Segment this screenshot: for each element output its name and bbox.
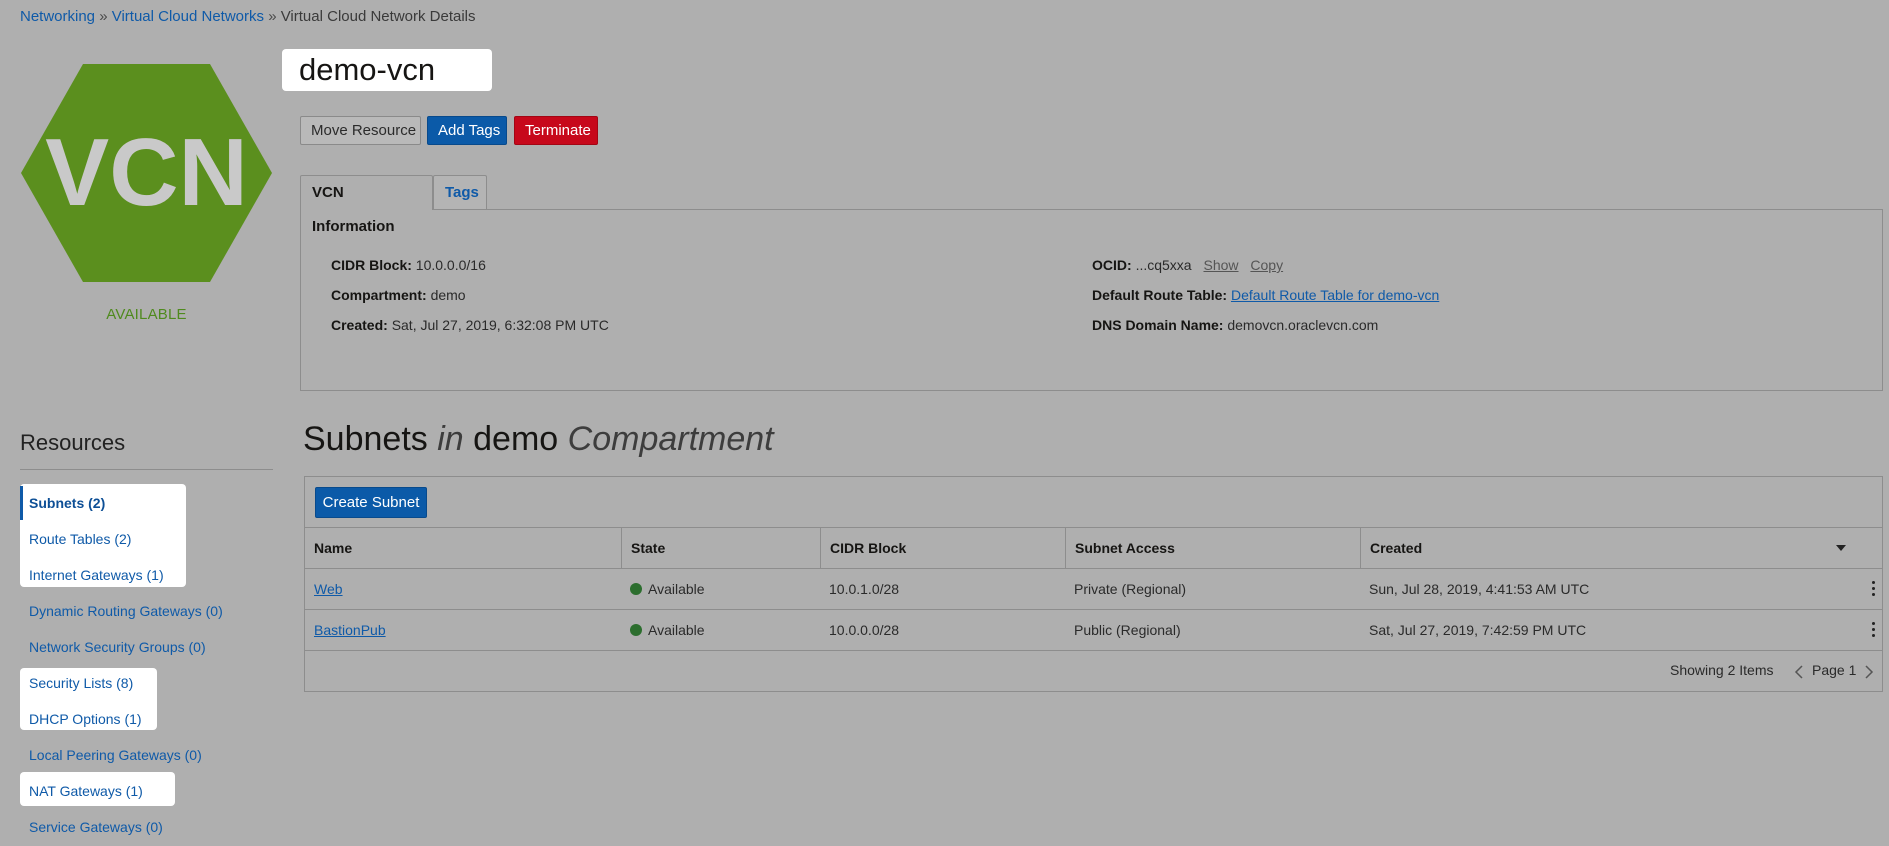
subnet-state: Available — [648, 622, 705, 638]
ocid-show-link[interactable]: Show — [1203, 257, 1238, 273]
breadcrumb-separator: » — [99, 8, 108, 25]
column-header-subnet-access[interactable]: Subnet Access — [1065, 528, 1360, 568]
status-dot-icon — [630, 583, 642, 595]
sidebar-item-network-security-groups[interactable]: Network Security Groups (0) — [29, 639, 206, 655]
subnet-access-cell: Public (Regional) — [1074, 622, 1181, 638]
subnet-cidr-cell: 10.0.0.0/28 — [829, 622, 900, 638]
subnets-heading-compartment: Compartment — [567, 420, 774, 458]
vcn-information-panel: CIDR Block: 10.0.0.0/16 Compartment: dem… — [300, 209, 1883, 391]
sidebar-item-nat-gateways[interactable]: NAT Gateways (1) — [29, 783, 143, 799]
breadcrumb-separator: » — [268, 8, 277, 25]
ocid-label: OCID: — [1092, 257, 1132, 273]
created-label: Created: — [331, 317, 388, 333]
dns-domain-label: DNS Domain Name: — [1092, 317, 1224, 333]
created-row: Created: Sat, Jul 27, 2019, 6:32:08 PM U… — [331, 317, 609, 333]
tab-vcn-information[interactable]: VCN Information — [300, 175, 433, 235]
subnet-name-link[interactable]: Web — [314, 581, 343, 597]
column-header-name[interactable]: Name — [305, 528, 621, 568]
ocid-copy-link[interactable]: Copy — [1250, 257, 1283, 273]
vcn-hexagon-icon: VCN — [20, 63, 273, 283]
row-actions-kebab-icon[interactable] — [1872, 622, 1876, 638]
column-header-created[interactable]: Created — [1360, 528, 1882, 568]
subnet-name-link[interactable]: BastionPub — [314, 622, 386, 638]
breadcrumb-networking[interactable]: Networking — [20, 8, 95, 25]
compartment-row: Compartment: demo — [331, 287, 466, 303]
default-route-table-link[interactable]: Default Route Table for demo-vcn — [1231, 287, 1439, 303]
breadcrumb-current: Virtual Cloud Network Details — [280, 8, 476, 25]
dns-domain-row: DNS Domain Name: demovcn.oraclevcn.com — [1092, 317, 1378, 333]
add-tags-button[interactable]: Add Tags — [427, 116, 507, 145]
cidr-block-label: CIDR Block: — [331, 257, 412, 273]
subnet-access-cell: Private (Regional) — [1074, 581, 1187, 597]
status-badge: AVAILABLE — [106, 306, 187, 323]
page-indicator: Page 1 — [1812, 662, 1857, 678]
table-header-row: Name State CIDR Block Subnet Access Crea… — [305, 527, 1882, 568]
sidebar-item-internet-gateways[interactable]: Internet Gateways (1) — [29, 567, 164, 583]
subnet-created-cell: Sat, Jul 27, 2019, 7:42:59 PM UTC — [1369, 622, 1587, 638]
sidebar-item-local-peering-gateways[interactable]: Local Peering Gateways (0) — [29, 747, 202, 763]
subnets-heading-compartment-name: demo — [473, 420, 559, 458]
table-row: BastionPub Available 10.0.0.0/28 Public … — [305, 609, 1882, 650]
create-subnet-button[interactable]: Create Subnet — [315, 487, 427, 518]
subnet-name-cell: BastionPub — [305, 610, 621, 650]
compartment-label: Compartment: — [331, 287, 427, 303]
cidr-block-value: 10.0.0.0/16 — [415, 257, 486, 273]
subnet-name-cell: Web — [305, 569, 621, 609]
vcn-icon-text: VCN — [45, 119, 248, 226]
sidebar-item-route-tables[interactable]: Route Tables (2) — [29, 531, 131, 547]
column-header-state[interactable]: State — [621, 528, 820, 568]
row-actions-kebab-icon[interactable] — [1872, 581, 1876, 597]
sidebar-item-subnets[interactable]: Subnets (2) — [29, 495, 105, 511]
resources-divider — [20, 469, 273, 470]
breadcrumb: Networking » Virtual Cloud Networks » Vi… — [20, 8, 476, 25]
column-header-cidr-block[interactable]: CIDR Block — [820, 528, 1065, 568]
default-route-table-row: Default Route Table: Default Route Table… — [1092, 287, 1439, 303]
subnet-state-cell: Available — [621, 610, 820, 650]
sidebar-item-security-lists[interactable]: Security Lists (8) — [29, 675, 133, 691]
subnet-state: Available — [648, 581, 705, 597]
subnets-heading: Subnets in demo Compartment — [303, 420, 774, 459]
ocid-row: OCID: ...cq5xxa Show Copy — [1092, 257, 1283, 273]
ocid-value: ...cq5xxa — [1135, 257, 1192, 273]
default-route-table-label: Default Route Table: — [1092, 287, 1228, 303]
dns-domain-value: demovcn.oraclevcn.com — [1227, 317, 1379, 333]
page-title: demo-vcn — [282, 49, 492, 91]
sidebar-item-dynamic-routing-gateways[interactable]: Dynamic Routing Gateways (0) — [29, 603, 223, 619]
subnet-state-cell: Available — [621, 569, 820, 609]
created-value: Sat, Jul 27, 2019, 6:32:08 PM UTC — [391, 317, 609, 333]
subnet-cidr-cell: 10.0.1.0/28 — [829, 581, 900, 597]
table-row: Web Available 10.0.1.0/28 Private (Regio… — [305, 568, 1882, 609]
move-resource-button[interactable]: Move Resource — [300, 116, 421, 145]
subnet-created-cell: Sun, Jul 28, 2019, 4:41:53 AM UTC — [1369, 581, 1590, 597]
tab-tags[interactable]: Tags — [433, 175, 487, 209]
previous-page-icon[interactable] — [1794, 665, 1804, 679]
subnets-heading-title: Subnets — [303, 420, 428, 458]
subnets-table-panel: Create Subnet Name State CIDR Block Subn… — [304, 476, 1883, 692]
sidebar-item-service-gateways[interactable]: Service Gateways (0) — [29, 819, 163, 835]
subnets-heading-in: in — [437, 420, 464, 458]
next-page-icon[interactable] — [1864, 665, 1874, 679]
cidr-block-row: CIDR Block: 10.0.0.0/16 — [331, 257, 486, 273]
sort-caret-icon[interactable] — [1836, 545, 1846, 551]
sidebar-item-dhcp-options[interactable]: DHCP Options (1) — [29, 711, 142, 727]
table-footer-row — [305, 650, 1882, 691]
status-dot-icon — [630, 624, 642, 636]
showing-items-count: Showing 2 Items — [1670, 662, 1774, 678]
breadcrumb-virtual-cloud-networks[interactable]: Virtual Cloud Networks — [112, 8, 264, 25]
resources-active-indicator — [20, 486, 23, 520]
compartment-value: demo — [430, 287, 466, 303]
resources-heading: Resources — [20, 430, 126, 455]
terminate-button[interactable]: Terminate — [514, 116, 598, 145]
